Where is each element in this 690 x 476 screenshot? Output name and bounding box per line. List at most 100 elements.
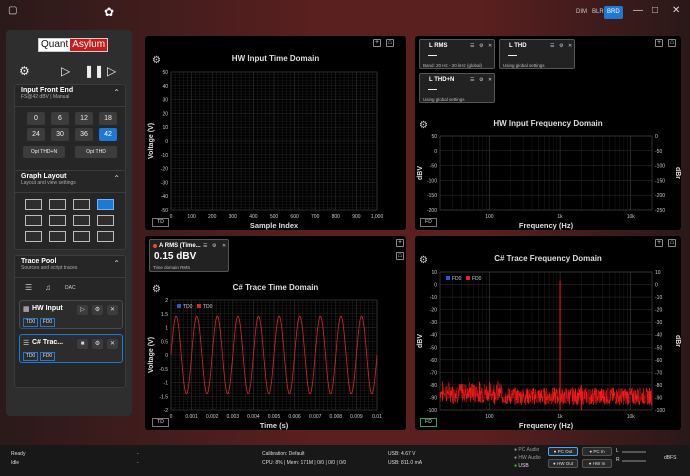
range-12[interactable]: 12 bbox=[75, 112, 93, 125]
tag-td0[interactable]: TD0 bbox=[23, 352, 38, 361]
chevron-up-icon[interactable]: ⌃ bbox=[113, 259, 120, 268]
dac-button[interactable]: DAC bbox=[65, 285, 76, 291]
settings-gear-icon[interactable]: ⚙ bbox=[19, 64, 30, 78]
list-icon[interactable]: ☰ bbox=[25, 283, 32, 292]
hw-in-button[interactable]: ● HW In bbox=[582, 459, 612, 468]
range-0[interactable]: 0 bbox=[27, 112, 45, 125]
trace-pool-title: Trace Pool bbox=[21, 258, 57, 265]
y-tick-label: -2 bbox=[164, 408, 169, 414]
layout-option-selected[interactable] bbox=[97, 199, 114, 210]
hw-out-button[interactable]: ● HW Out bbox=[548, 459, 578, 468]
trace-csharp[interactable]: ☰ C# Trac... ■ ⚙ ✕ TD0 FD0 bbox=[19, 334, 123, 363]
range-6[interactable]: 6 bbox=[51, 112, 69, 125]
x-tick-label: 0.009 bbox=[350, 414, 363, 420]
y-axis-label: Voltage (V) bbox=[148, 123, 155, 159]
brd-button[interactable]: BRD bbox=[604, 6, 623, 19]
y-tick-label: -200 bbox=[427, 208, 437, 214]
close-icon[interactable]: ✕ bbox=[107, 339, 118, 349]
range-42[interactable]: 42 bbox=[99, 128, 117, 141]
y-axis-label: dBV bbox=[417, 334, 424, 348]
layout-option[interactable] bbox=[73, 199, 90, 210]
legend-swatch bbox=[177, 304, 181, 308]
y2-axis-label: dBr bbox=[674, 335, 681, 347]
chart-hw-time: 50403020100-10-20-30-40-500 100 200 300 400 5… bbox=[148, 70, 383, 230]
input-front-end-title: Input Front End bbox=[21, 87, 74, 94]
y-tick-label: -150 bbox=[427, 193, 437, 199]
legend-swatch bbox=[466, 276, 470, 280]
trace-grid-icon: ▦ bbox=[23, 306, 30, 313]
opt-thd-button[interactable]: Opt THD bbox=[75, 146, 117, 158]
tag-td0[interactable]: TD0 bbox=[23, 318, 38, 327]
level-meter-l bbox=[622, 451, 646, 453]
y-tick-label: -1 bbox=[164, 381, 169, 387]
play-icon[interactable]: ▷ bbox=[77, 305, 88, 315]
layout-option[interactable] bbox=[49, 231, 66, 242]
close-icon[interactable]: ✕ bbox=[107, 305, 118, 315]
range-18[interactable]: 18 bbox=[99, 112, 117, 125]
play-icon[interactable]: ▷ bbox=[61, 64, 70, 78]
layout-option[interactable] bbox=[25, 215, 42, 226]
layout-option[interactable] bbox=[25, 199, 42, 210]
close-icon[interactable]: ✕ bbox=[672, 5, 680, 16]
layout-option[interactable] bbox=[25, 231, 42, 242]
y-tick-label: -50 bbox=[430, 164, 437, 170]
tag-fd0[interactable]: FD0 bbox=[40, 352, 55, 361]
chevron-up-icon[interactable]: ⌃ bbox=[113, 174, 120, 183]
window-icon[interactable]: ▢ bbox=[8, 5, 17, 16]
gear-icon[interactable]: ⚙ bbox=[92, 339, 103, 349]
y-tick-label: -50 bbox=[430, 345, 437, 351]
single-shot-icon[interactable]: ▷ bbox=[107, 64, 116, 78]
quantasylum-logo: Quant Asylum bbox=[38, 38, 108, 52]
status-dash: - bbox=[137, 460, 139, 466]
range-36[interactable]: 36 bbox=[75, 128, 93, 141]
layout-option[interactable] bbox=[73, 231, 90, 242]
range-24[interactable]: 24 bbox=[27, 128, 45, 141]
x-tick-label: 10k bbox=[627, 214, 636, 220]
x-tick-label: 0 bbox=[170, 414, 173, 420]
tag-fd0[interactable]: FD0 bbox=[40, 318, 55, 327]
x-tick-label: 100 bbox=[187, 214, 196, 220]
y-tick-label: 0 bbox=[165, 353, 168, 359]
cs-freq-panel: + ⌂ C# Trace Frequency Domain ⚙ FD 10 0 -1… bbox=[415, 236, 681, 430]
music-icon[interactable]: ♫ bbox=[45, 283, 51, 292]
graph-layout-subtitle: Layout and view settings bbox=[21, 180, 76, 186]
chevron-up-icon[interactable]: ⌃ bbox=[113, 88, 120, 97]
pause-icon[interactable]: ❚❚ bbox=[84, 64, 104, 78]
x-tick-label: 0.007 bbox=[309, 414, 322, 420]
stop-icon[interactable]: ■ bbox=[77, 339, 88, 349]
layout-option[interactable] bbox=[97, 231, 114, 242]
gear-icon[interactable]: ⚙ bbox=[92, 305, 103, 315]
status-idle: Idle bbox=[11, 460, 20, 466]
layout-option[interactable] bbox=[49, 199, 66, 210]
layout-option[interactable] bbox=[97, 215, 114, 226]
range-30[interactable]: 30 bbox=[51, 128, 69, 141]
app-window: ▢ ✿ DIM BLR BRD — □ ✕ Quant Asylum ⚙ ▷ ❚❚… bbox=[0, 0, 690, 476]
y-tick-label: -70 bbox=[430, 370, 437, 376]
pc-out-button[interactable]: ● PC Out bbox=[548, 447, 578, 456]
status-ready: Ready bbox=[11, 451, 26, 457]
layout-option[interactable] bbox=[73, 215, 90, 226]
y-tick-label: 50 bbox=[431, 134, 437, 140]
minimize-icon[interactable]: — bbox=[633, 5, 643, 16]
layout-option[interactable] bbox=[49, 215, 66, 226]
y-tick-label: -10 bbox=[430, 295, 437, 301]
runner-icon[interactable]: ✿ bbox=[104, 5, 114, 19]
opt-thdn-button[interactable]: Opt THD+N bbox=[23, 146, 65, 158]
hw-freq-panel: L RMS ☰ ⚙ ✕ — Band: 20 Hz - 20 kHz (glob… bbox=[415, 36, 681, 230]
dim-button[interactable]: DIM bbox=[573, 6, 590, 19]
y-tick-label: -40 bbox=[430, 333, 437, 339]
usb-current: USB: 811.0 mA bbox=[388, 460, 423, 466]
pc-in-button[interactable]: ● PC In bbox=[582, 447, 612, 456]
restore-icon[interactable]: □ bbox=[652, 5, 658, 16]
x-axis-label: Time (s) bbox=[260, 421, 289, 430]
y2-tick-label: 0 bbox=[655, 134, 658, 140]
y-tick-label: -60 bbox=[430, 358, 437, 364]
x-tick-label: 1k bbox=[557, 414, 563, 420]
trace-hw-input[interactable]: ▦ HW Input ▷ ⚙ ✕ TD0 FD0 bbox=[19, 300, 123, 329]
y-tick-label: -20 bbox=[161, 167, 168, 173]
x-tick-label: 600 bbox=[290, 214, 299, 220]
y2-tick-label: -30 bbox=[655, 320, 662, 326]
x-tick-label: 0.002 bbox=[206, 414, 219, 420]
x-axis-label: Frequency (Hz) bbox=[519, 421, 574, 430]
y-tick-label: 30 bbox=[162, 98, 168, 104]
